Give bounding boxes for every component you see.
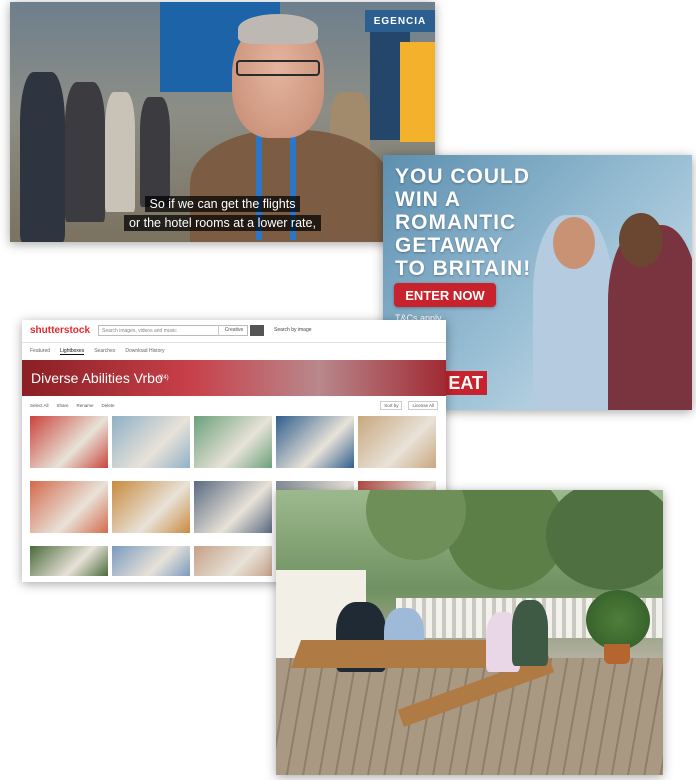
site-logo[interactable]: shutterstock	[30, 325, 90, 336]
lightbox-title: Diverse Abilities Vrbo	[31, 370, 163, 386]
select-all-button[interactable]: Select All	[30, 403, 49, 408]
lightbox-thumbnail[interactable]	[112, 546, 190, 576]
delete-button[interactable]: Delete	[102, 403, 115, 408]
search-scope-select[interactable]: Creative	[218, 325, 249, 336]
patio-photo	[276, 490, 663, 775]
ad-headline-line: GETAWAY	[395, 234, 504, 257]
rename-button[interactable]: Rename	[77, 403, 94, 408]
picnic-table	[290, 640, 502, 668]
enter-now-button[interactable]: ENTER NOW	[394, 283, 496, 307]
tab-featured[interactable]: Featured	[30, 348, 50, 355]
person	[512, 600, 548, 666]
lightbox-toolbar: Select All Share Rename Delete	[30, 403, 115, 408]
account-tabs: Featured Lightboxes Searches Download Hi…	[30, 348, 165, 355]
lightbox-toolbar-right: Sort by License All	[380, 401, 438, 410]
subtitle-line: So if we can get the flights	[10, 196, 435, 212]
lightbox-thumbnail[interactable]	[194, 481, 272, 533]
tab-lightboxes[interactable]: Lightboxes	[60, 348, 85, 355]
lightbox-thumbnail[interactable]	[30, 546, 108, 576]
search-by-image-link[interactable]: Search by image	[274, 327, 312, 333]
crowd-person	[105, 92, 135, 212]
tab-searches[interactable]: Searches	[94, 348, 115, 355]
ad-headline-line: WIN A	[395, 188, 462, 211]
tree	[546, 490, 663, 590]
booth-sign: EGENCIA	[365, 10, 435, 32]
site-header: shutterstock Search images, videos and m…	[22, 320, 446, 343]
potted-plant	[586, 590, 650, 650]
ad-headline-line: TO BRITAIN!	[395, 257, 532, 280]
lightbox-thumbnail[interactable]	[30, 481, 108, 533]
license-all-button[interactable]: License All	[408, 401, 438, 410]
subtitle-line: or the hotel rooms at a lower rate,	[10, 215, 435, 231]
ad-person-head	[619, 213, 663, 267]
tab-download-history[interactable]: Download History	[125, 348, 164, 355]
crowd-person	[140, 97, 170, 207]
lightbox-count: (24)	[158, 375, 169, 381]
lightbox-thumbnail[interactable]	[194, 546, 272, 576]
lightbox-banner: Diverse Abilities Vrbo (24)	[22, 360, 446, 396]
speaker-hair	[238, 14, 318, 44]
ad-headline-line: ROMANTIC	[395, 211, 517, 234]
lightbox-thumbnail[interactable]	[112, 481, 190, 533]
deck	[276, 658, 663, 775]
lightbox-thumbnail[interactable]	[276, 416, 354, 468]
plant-pot	[604, 644, 630, 664]
speaker-glasses	[236, 60, 320, 76]
booth-panel	[400, 42, 435, 142]
lightbox-thumbnail[interactable]	[112, 416, 190, 468]
search-button[interactable]	[250, 325, 264, 336]
lightbox-thumbnail[interactable]	[194, 416, 272, 468]
video-still: EGENCIA So if we can get the flights or …	[10, 2, 435, 242]
ad-headline: YOU COULD WIN A ROMANTIC GETAWAY TO BRIT…	[395, 165, 560, 280]
sort-select[interactable]: Sort by	[380, 401, 403, 410]
share-button[interactable]: Share	[57, 403, 69, 408]
ad-headline-line: YOU COULD	[395, 165, 530, 188]
lightbox-thumbnail[interactable]	[30, 416, 108, 468]
subtitle-text: So if we can get the flights	[144, 196, 301, 212]
lightbox-thumbnail[interactable]	[358, 416, 436, 468]
subtitle-text: or the hotel rooms at a lower rate,	[124, 215, 321, 231]
